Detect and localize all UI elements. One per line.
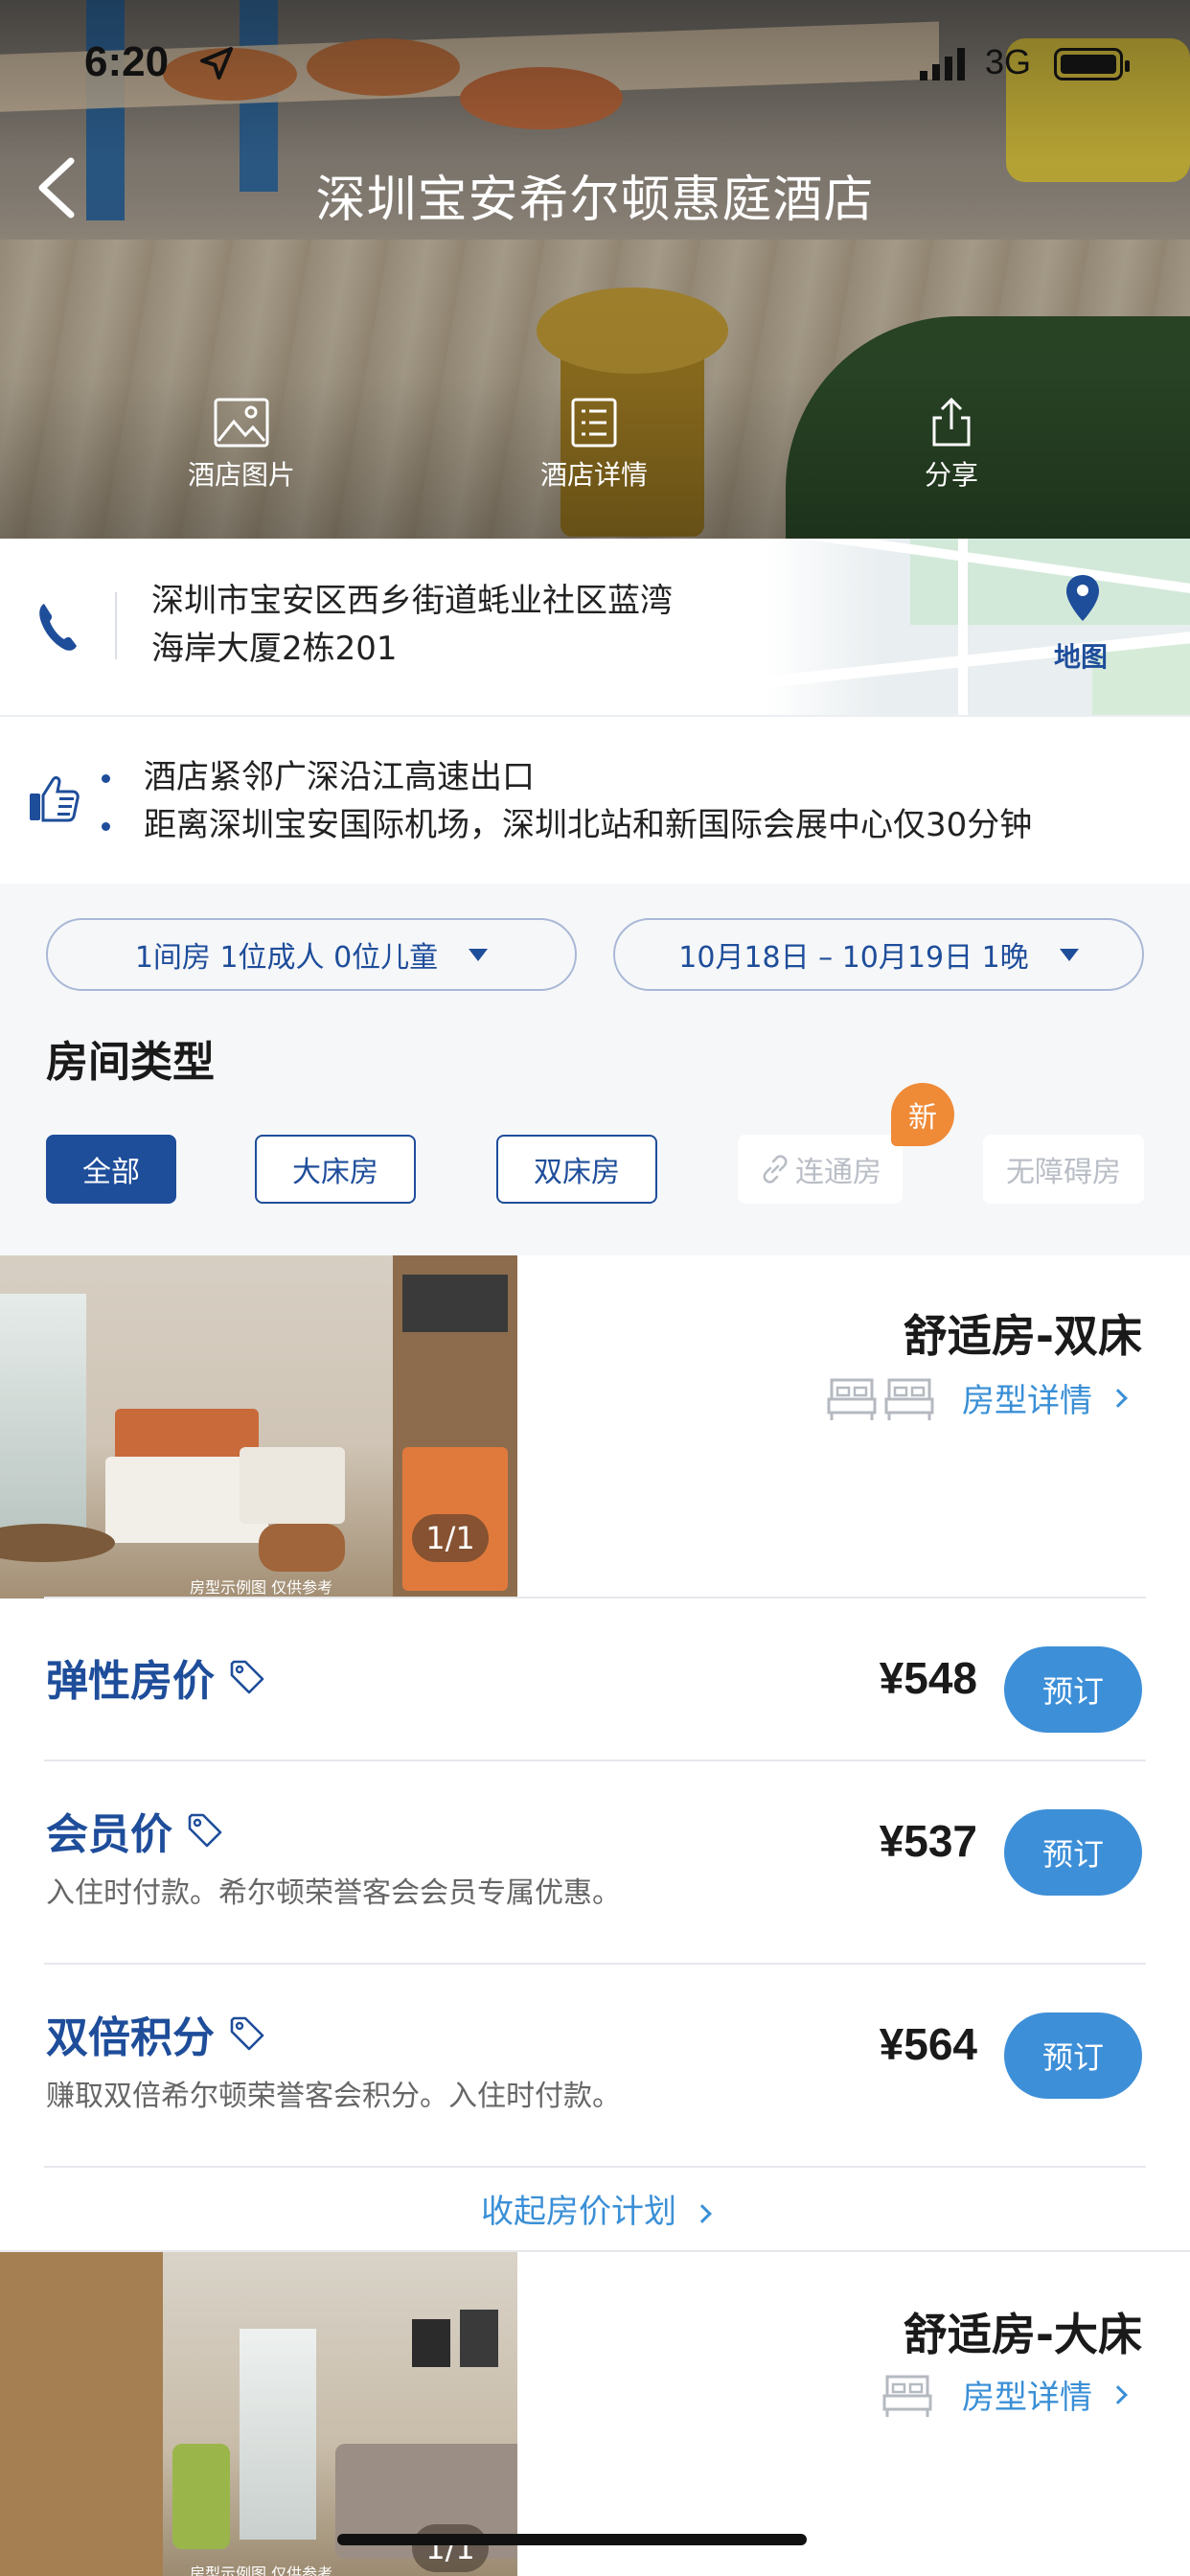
rate-plan: 会员价 入住时付款。希尔顿荣誉客会会员专属优惠。 ¥537 预订 (0, 1761, 1190, 1965)
hotel-details-label: 酒店详情 (539, 459, 648, 491)
list-item: 酒店紧邻广深沿江高速出口 (96, 753, 1032, 801)
chevron-right-icon (1109, 2384, 1128, 2404)
guests-selector-label: 1间房 1位成人 0位儿童 (134, 941, 439, 975)
caret-down-icon (1059, 948, 1079, 961)
chevron-right-icon (693, 2203, 712, 2223)
map-label: 地图 (1054, 641, 1109, 673)
photo-icon (214, 398, 269, 448)
status-bar: 6:20 3G (0, 0, 1190, 130)
hotel-details-button[interactable]: 酒店详情 (498, 397, 690, 493)
tag-icon (188, 1813, 222, 1848)
date-selector[interactable]: 10月18日 – 10月19日 1晚 (613, 918, 1144, 991)
photo-disclaimer: 房型示例图 仅供参考 (190, 2564, 333, 2576)
chip-king-bed[interactable]: 大床房 (255, 1135, 416, 1204)
hero-banner: 6:20 3G 深圳宝安希尔顿惠庭酒店 酒店图片 酒店详情 分享 (0, 0, 1190, 539)
bed-icon (884, 1378, 934, 1420)
rate-plan-name: 双倍积分 (46, 2003, 266, 2064)
location-arrow-icon (200, 47, 233, 80)
share-icon (932, 397, 971, 447)
room-filter-section: 1间房 1位成人 0位儿童 10月18日 – 10月19日 1晚 房间类型 全部… (0, 884, 1190, 1255)
new-badge: 新 (891, 1083, 954, 1146)
hotel-title: 深圳宝安希尔顿惠庭酒店 (315, 172, 875, 229)
phone-icon[interactable] (34, 598, 80, 656)
room-detail-link[interactable]: 房型详情 (962, 2371, 1128, 2418)
hotel-address: 深圳市宝安区西乡街道蚝业社区蓝湾 海岸大厦2栋201 (151, 582, 673, 668)
room-name: 舒适房-大床 (903, 2309, 1142, 2360)
photo-count: 1/1 (412, 1514, 489, 1562)
home-indicator[interactable] (337, 2534, 807, 2545)
room-detail-link[interactable]: 房型详情 (962, 1374, 1128, 1421)
signal-icon (920, 48, 965, 80)
bed-icon (882, 2375, 932, 2417)
chevron-right-icon (1109, 1388, 1128, 1408)
rate-price: ¥537 (879, 1816, 977, 1866)
rate-plan-description: 赚取双倍希尔顿荣誉客会积分。入住时付款。 (46, 2080, 621, 2113)
thumbs-up-icon (30, 776, 80, 822)
rate-plan: 双倍积分 赚取双倍希尔顿荣誉客会积分。入住时付款。 ¥564 预订 (0, 1965, 1190, 2168)
room-card-twin: 1/1 房型示例图 仅供参考 舒适房-双床 房型详情 弹性房价 ¥548 预订 … (0, 1255, 1190, 2248)
chip-accessible-room[interactable]: 无障碍房 (983, 1135, 1144, 1204)
date-selector-label: 10月18日 – 10月19日 1晚 (678, 941, 1029, 975)
link-icon (763, 1155, 788, 1184)
map-thumbnail[interactable]: 地图 (767, 539, 1190, 715)
photo-disclaimer: 房型示例图 仅供参考 (190, 1578, 333, 1597)
bed-icon (827, 1378, 877, 1420)
tag-icon (230, 1660, 264, 1694)
network-type: 3G (985, 42, 1032, 81)
room-card-king: 1/1 房型示例图 仅供参考 舒适房-大床 房型详情 (0, 2250, 1190, 2576)
room-type-heading: 房间类型 (46, 1038, 215, 1087)
hotel-photos-button[interactable]: 酒店图片 (146, 397, 337, 493)
bed-icons (881, 2369, 933, 2421)
rate-price: ¥564 (879, 2019, 977, 2069)
bed-icons (826, 1372, 935, 1424)
room-name: 舒适房-双床 (903, 1310, 1142, 1362)
hotel-detail-page: 6:20 3G 深圳宝安希尔顿惠庭酒店 酒店图片 酒店详情 分享 深圳市宝安区西… (0, 0, 1190, 2576)
status-time: 6:20 (84, 38, 170, 85)
map-pin-icon (1066, 575, 1099, 621)
tag-icon (230, 2016, 264, 2051)
chip-connecting-room[interactable]: 连通房 (738, 1135, 903, 1204)
caret-down-icon (469, 948, 489, 961)
back-button[interactable] (29, 153, 86, 220)
rate-plan: 弹性房价 ¥548 预订 (0, 1598, 1190, 1781)
guests-selector[interactable]: 1间房 1位成人 0位儿童 (46, 918, 577, 991)
hotel-highlights: 酒店紧邻广深沿江高速出口 距离深圳宝安国际机场，深圳北站和新国际会展中心仅30分… (0, 719, 1190, 884)
address-section: 深圳市宝安区西乡街道蚝业社区蓝湾 海岸大厦2栋201 地图 (0, 539, 1190, 717)
rate-plan-description: 入住时付款。希尔顿荣誉客会会员专属优惠。 (46, 1876, 621, 1910)
list-item: 距离深圳宝安国际机场，深圳北站和新国际会展中心仅30分钟 (96, 801, 1032, 849)
rate-price: ¥548 (879, 1653, 977, 1703)
room-photo[interactable]: 1/1 房型示例图 仅供参考 (0, 2252, 517, 2576)
rate-plan-name: 会员价 (46, 1800, 224, 1861)
share-button[interactable]: 分享 (856, 397, 1047, 493)
list-icon (571, 398, 617, 448)
collapse-rate-plans-link[interactable]: 收起房价计划 (0, 2185, 1190, 2232)
photo-count: 1/1 (412, 2524, 489, 2572)
rate-plan-name: 弹性房价 (46, 1646, 266, 1708)
room-photo[interactable]: 1/1 房型示例图 仅供参考 (0, 1255, 517, 1598)
book-button[interactable]: 预订 (1004, 1646, 1142, 1733)
hotel-photos-label: 酒店图片 (187, 459, 295, 491)
battery-icon (1054, 48, 1130, 80)
highlight-list: 酒店紧邻广深沿江高速出口 距离深圳宝安国际机场，深圳北站和新国际会展中心仅30分… (96, 753, 1032, 849)
book-button[interactable]: 预订 (1004, 1809, 1142, 1896)
book-button[interactable]: 预订 (1004, 2012, 1142, 2099)
share-label: 分享 (924, 459, 978, 491)
chip-twin-bed[interactable]: 双床房 (496, 1135, 657, 1204)
chip-all[interactable]: 全部 (46, 1135, 176, 1204)
